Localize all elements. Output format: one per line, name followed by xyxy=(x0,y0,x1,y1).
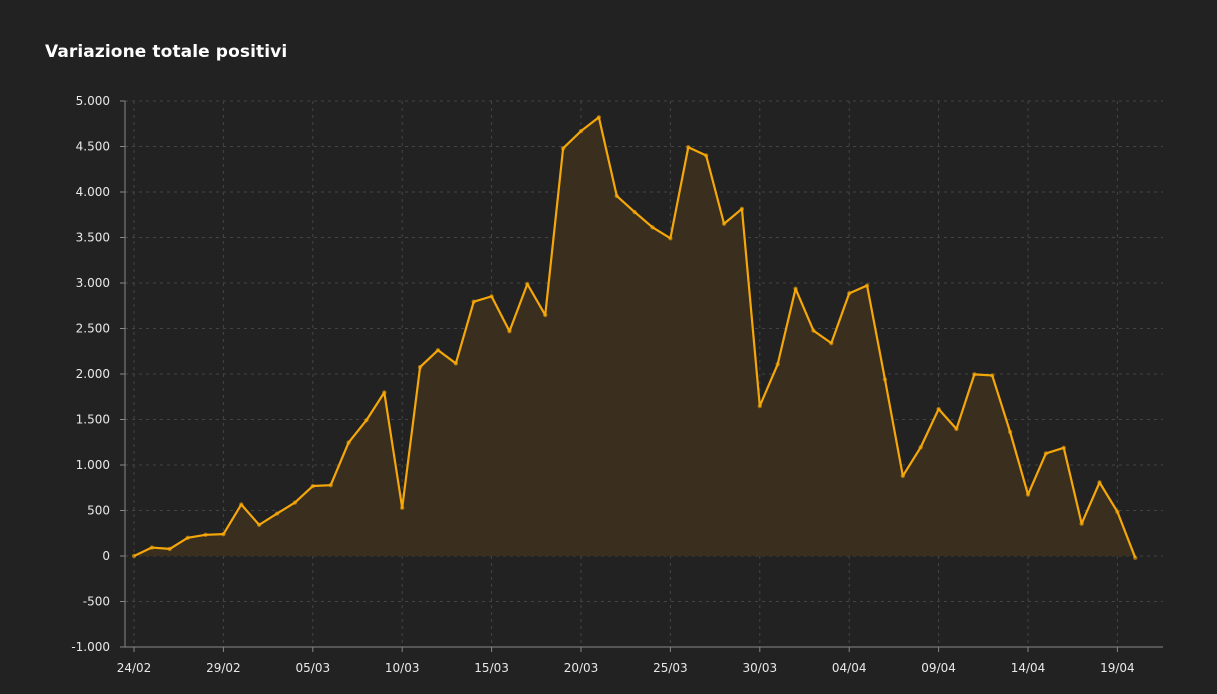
data-point xyxy=(578,128,584,134)
data-point xyxy=(811,328,816,333)
x-tick-label: 15/03 xyxy=(474,661,509,675)
data-point xyxy=(274,511,280,516)
x-tick-label: 09/04 xyxy=(921,661,956,675)
data-point xyxy=(400,505,405,511)
data-point xyxy=(256,522,262,528)
data-point xyxy=(829,340,834,346)
data-point xyxy=(507,329,512,334)
data-point xyxy=(721,221,727,226)
data-point xyxy=(918,445,923,450)
x-tick-label: 24/02 xyxy=(117,661,152,675)
data-point xyxy=(149,545,155,550)
data-point xyxy=(757,403,762,409)
data-point xyxy=(596,115,602,120)
data-point xyxy=(686,145,691,150)
data-point xyxy=(1097,480,1102,485)
x-tick-label: 30/03 xyxy=(743,661,778,675)
data-point xyxy=(847,291,852,296)
data-point xyxy=(990,373,995,378)
y-tick-label: 5.000 xyxy=(76,94,110,108)
area-fill-layer xyxy=(134,117,1136,558)
data-point xyxy=(1079,521,1084,526)
y-tick-label: 3.500 xyxy=(76,231,110,245)
data-point xyxy=(560,146,566,151)
data-point xyxy=(864,283,870,288)
y-axis-tick-labels: 5.000 4.500 4.000 3.500 3.000 2.500 2.000 1.500… xyxy=(71,94,110,654)
data-point xyxy=(382,390,387,395)
x-tick-label: 14/04 xyxy=(1011,661,1046,675)
data-point xyxy=(632,209,637,215)
data-point xyxy=(936,406,941,412)
data-point xyxy=(471,299,476,304)
x-axis-tick-labels: 24/02 29/02 05/03 10/03 15/03 20/03 25/03 30/03… xyxy=(117,661,1135,675)
y-tick-label: 2.000 xyxy=(76,367,110,381)
line-area-chart: 5.000 4.500 4.000 3.500 3.000 2.500 2.000 1.500… xyxy=(71,94,1163,675)
y-tick-label: 500 xyxy=(87,504,110,518)
data-point xyxy=(650,225,655,230)
data-point xyxy=(185,535,190,540)
data-point xyxy=(614,193,619,199)
data-point xyxy=(900,473,906,479)
data-point xyxy=(1007,429,1013,435)
data-point xyxy=(167,546,172,552)
x-tick-label: 25/03 xyxy=(653,661,688,675)
data-point xyxy=(417,364,423,370)
x-tick-label: 20/03 xyxy=(564,661,599,675)
x-tick-label: 04/04 xyxy=(832,661,867,675)
y-tick-label: 0 xyxy=(102,549,110,563)
x-tick-label: 19/04 xyxy=(1100,661,1135,675)
y-tick-label: 4.000 xyxy=(76,185,110,199)
data-point xyxy=(131,553,137,559)
data-point xyxy=(453,361,459,366)
data-point xyxy=(489,294,494,299)
data-point xyxy=(793,286,798,291)
data-point xyxy=(543,312,548,318)
chart-container: Variazione totale positivi 5.000 4.500 4.0… xyxy=(0,0,1217,694)
x-tick-label: 10/03 xyxy=(385,661,420,675)
data-point xyxy=(1025,492,1031,497)
y-tick-label: 2.500 xyxy=(76,322,110,336)
data-point xyxy=(775,362,780,367)
data-point xyxy=(525,281,530,287)
y-tick-label: 1.500 xyxy=(76,413,110,427)
data-point xyxy=(435,347,441,353)
data-point xyxy=(972,372,977,377)
data-point xyxy=(310,483,315,489)
data-point xyxy=(1115,509,1120,514)
data-point xyxy=(221,531,226,537)
data-point xyxy=(739,206,745,212)
data-point xyxy=(328,483,333,488)
y-tick-label: 4.500 xyxy=(76,140,110,154)
data-point xyxy=(203,532,208,537)
data-point xyxy=(239,502,244,507)
data-point xyxy=(668,236,673,241)
data-point xyxy=(364,418,369,423)
data-point xyxy=(346,440,351,445)
data-point xyxy=(882,377,888,382)
area-fill xyxy=(134,117,1136,558)
data-point xyxy=(954,426,959,432)
x-tick-label: 29/02 xyxy=(206,661,241,675)
data-point xyxy=(292,500,298,505)
x-tick-label: 05/03 xyxy=(296,661,331,675)
data-point xyxy=(1043,451,1049,456)
y-tick-label: 3.000 xyxy=(76,276,110,290)
data-point xyxy=(1061,445,1066,450)
data-point xyxy=(703,153,709,158)
y-tick-label: -500 xyxy=(83,595,110,609)
data-point xyxy=(1133,555,1138,561)
y-tick-label: 1.000 xyxy=(76,458,110,472)
y-tick-label: -1.000 xyxy=(71,640,110,654)
